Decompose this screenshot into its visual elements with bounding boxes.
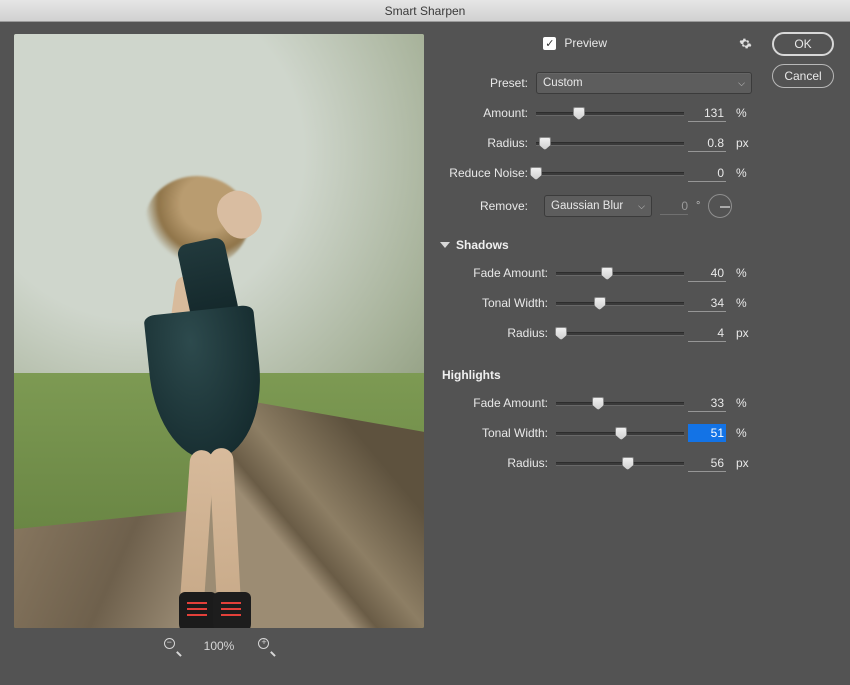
- slider-thumb[interactable]: [592, 397, 604, 410]
- zoom-bar: − 100% +: [14, 628, 424, 664]
- zoom-level[interactable]: 100%: [204, 639, 235, 653]
- shadows-fade-value[interactable]: 40: [688, 264, 726, 282]
- degree-symbol: °: [696, 200, 700, 212]
- shadows-title: Shadows: [456, 238, 509, 252]
- zoom-in-icon[interactable]: +: [258, 638, 274, 654]
- dialog-body: − 100% + OK Cancel ✓ Preview Preset: Cus…: [0, 22, 850, 685]
- shadows-radius-label: Radius:: [440, 326, 556, 340]
- highlights-tonal-slider[interactable]: [556, 426, 684, 440]
- preset-label: Preset:: [440, 76, 536, 90]
- window-title: Smart Sharpen: [0, 0, 850, 22]
- ok-button[interactable]: OK: [772, 32, 834, 56]
- reduce-noise-slider[interactable]: [536, 166, 684, 180]
- preview-label: Preview: [564, 36, 607, 50]
- remove-label: Remove:: [440, 199, 536, 213]
- shadows-fade-slider[interactable]: [556, 266, 684, 280]
- controls-pane: OK Cancel ✓ Preview Preset: Custom ⌵ Amo…: [432, 22, 850, 685]
- shadows-tonal-slider[interactable]: [556, 296, 684, 310]
- preset-value: Custom: [543, 77, 583, 89]
- reduce-noise-label: Reduce Noise:: [440, 166, 536, 180]
- shadows-tonal-unit: %: [730, 296, 752, 310]
- amount-slider[interactable]: [536, 106, 684, 120]
- highlights-fade-label: Fade Amount:: [440, 396, 556, 410]
- highlights-radius-label: Radius:: [440, 456, 556, 470]
- radius-slider[interactable]: [536, 136, 684, 150]
- remove-select[interactable]: Gaussian Blur ⌵: [544, 195, 652, 217]
- amount-label: Amount:: [440, 106, 536, 120]
- reduce-noise-value[interactable]: 0: [688, 164, 726, 182]
- radius-value[interactable]: 0.8: [688, 134, 726, 152]
- highlights-fade-slider[interactable]: [556, 396, 684, 410]
- shadows-fade-label: Fade Amount:: [440, 266, 556, 280]
- highlights-tonal-unit: %: [730, 426, 752, 440]
- slider-thumb[interactable]: [601, 267, 613, 280]
- shadows-tonal-value[interactable]: 34: [688, 294, 726, 312]
- slider-thumb[interactable]: [615, 427, 627, 440]
- gear-icon[interactable]: [739, 37, 752, 50]
- shadows-radius-unit: px: [730, 326, 752, 340]
- zoom-out-icon[interactable]: −: [164, 638, 180, 654]
- preview-image[interactable]: [14, 34, 424, 628]
- shadows-radius-value[interactable]: 4: [688, 324, 726, 342]
- shadows-fade-unit: %: [730, 266, 752, 280]
- highlights-fade-value[interactable]: 33: [688, 394, 726, 412]
- chevron-down-icon: ⌵: [638, 201, 645, 212]
- preset-select[interactable]: Custom ⌵: [536, 72, 752, 94]
- shadows-tonal-label: Tonal Width:: [440, 296, 556, 310]
- angle-dial[interactable]: [708, 194, 732, 218]
- remove-value: Gaussian Blur: [551, 200, 623, 212]
- cancel-button[interactable]: Cancel: [772, 64, 834, 88]
- highlights-radius-slider[interactable]: [556, 456, 684, 470]
- disclosure-triangle-icon: [440, 242, 450, 248]
- slider-thumb[interactable]: [594, 297, 606, 310]
- highlights-tonal-value[interactable]: 51: [688, 424, 726, 442]
- slider-thumb[interactable]: [573, 107, 585, 120]
- slider-thumb[interactable]: [539, 137, 551, 150]
- highlights-radius-unit: px: [730, 456, 752, 470]
- radius-label: Radius:: [440, 136, 536, 150]
- preview-pane: − 100% +: [0, 22, 432, 685]
- highlights-radius-value[interactable]: 56: [688, 454, 726, 472]
- highlights-header[interactable]: Highlights: [440, 368, 752, 382]
- shadows-radius-slider[interactable]: [556, 326, 684, 340]
- radius-unit: px: [730, 136, 752, 150]
- chevron-down-icon: ⌵: [738, 78, 745, 89]
- reduce-noise-unit: %: [730, 166, 752, 180]
- angle-field[interactable]: 0: [660, 197, 688, 215]
- shadows-header[interactable]: Shadows: [440, 238, 752, 252]
- highlights-tonal-label: Tonal Width:: [440, 426, 556, 440]
- highlights-fade-unit: %: [730, 396, 752, 410]
- preview-checkbox[interactable]: ✓: [543, 37, 556, 50]
- amount-unit: %: [730, 106, 752, 120]
- slider-thumb[interactable]: [622, 457, 634, 470]
- amount-value[interactable]: 131: [688, 104, 726, 122]
- highlights-title: Highlights: [442, 368, 501, 382]
- slider-thumb[interactable]: [555, 327, 567, 340]
